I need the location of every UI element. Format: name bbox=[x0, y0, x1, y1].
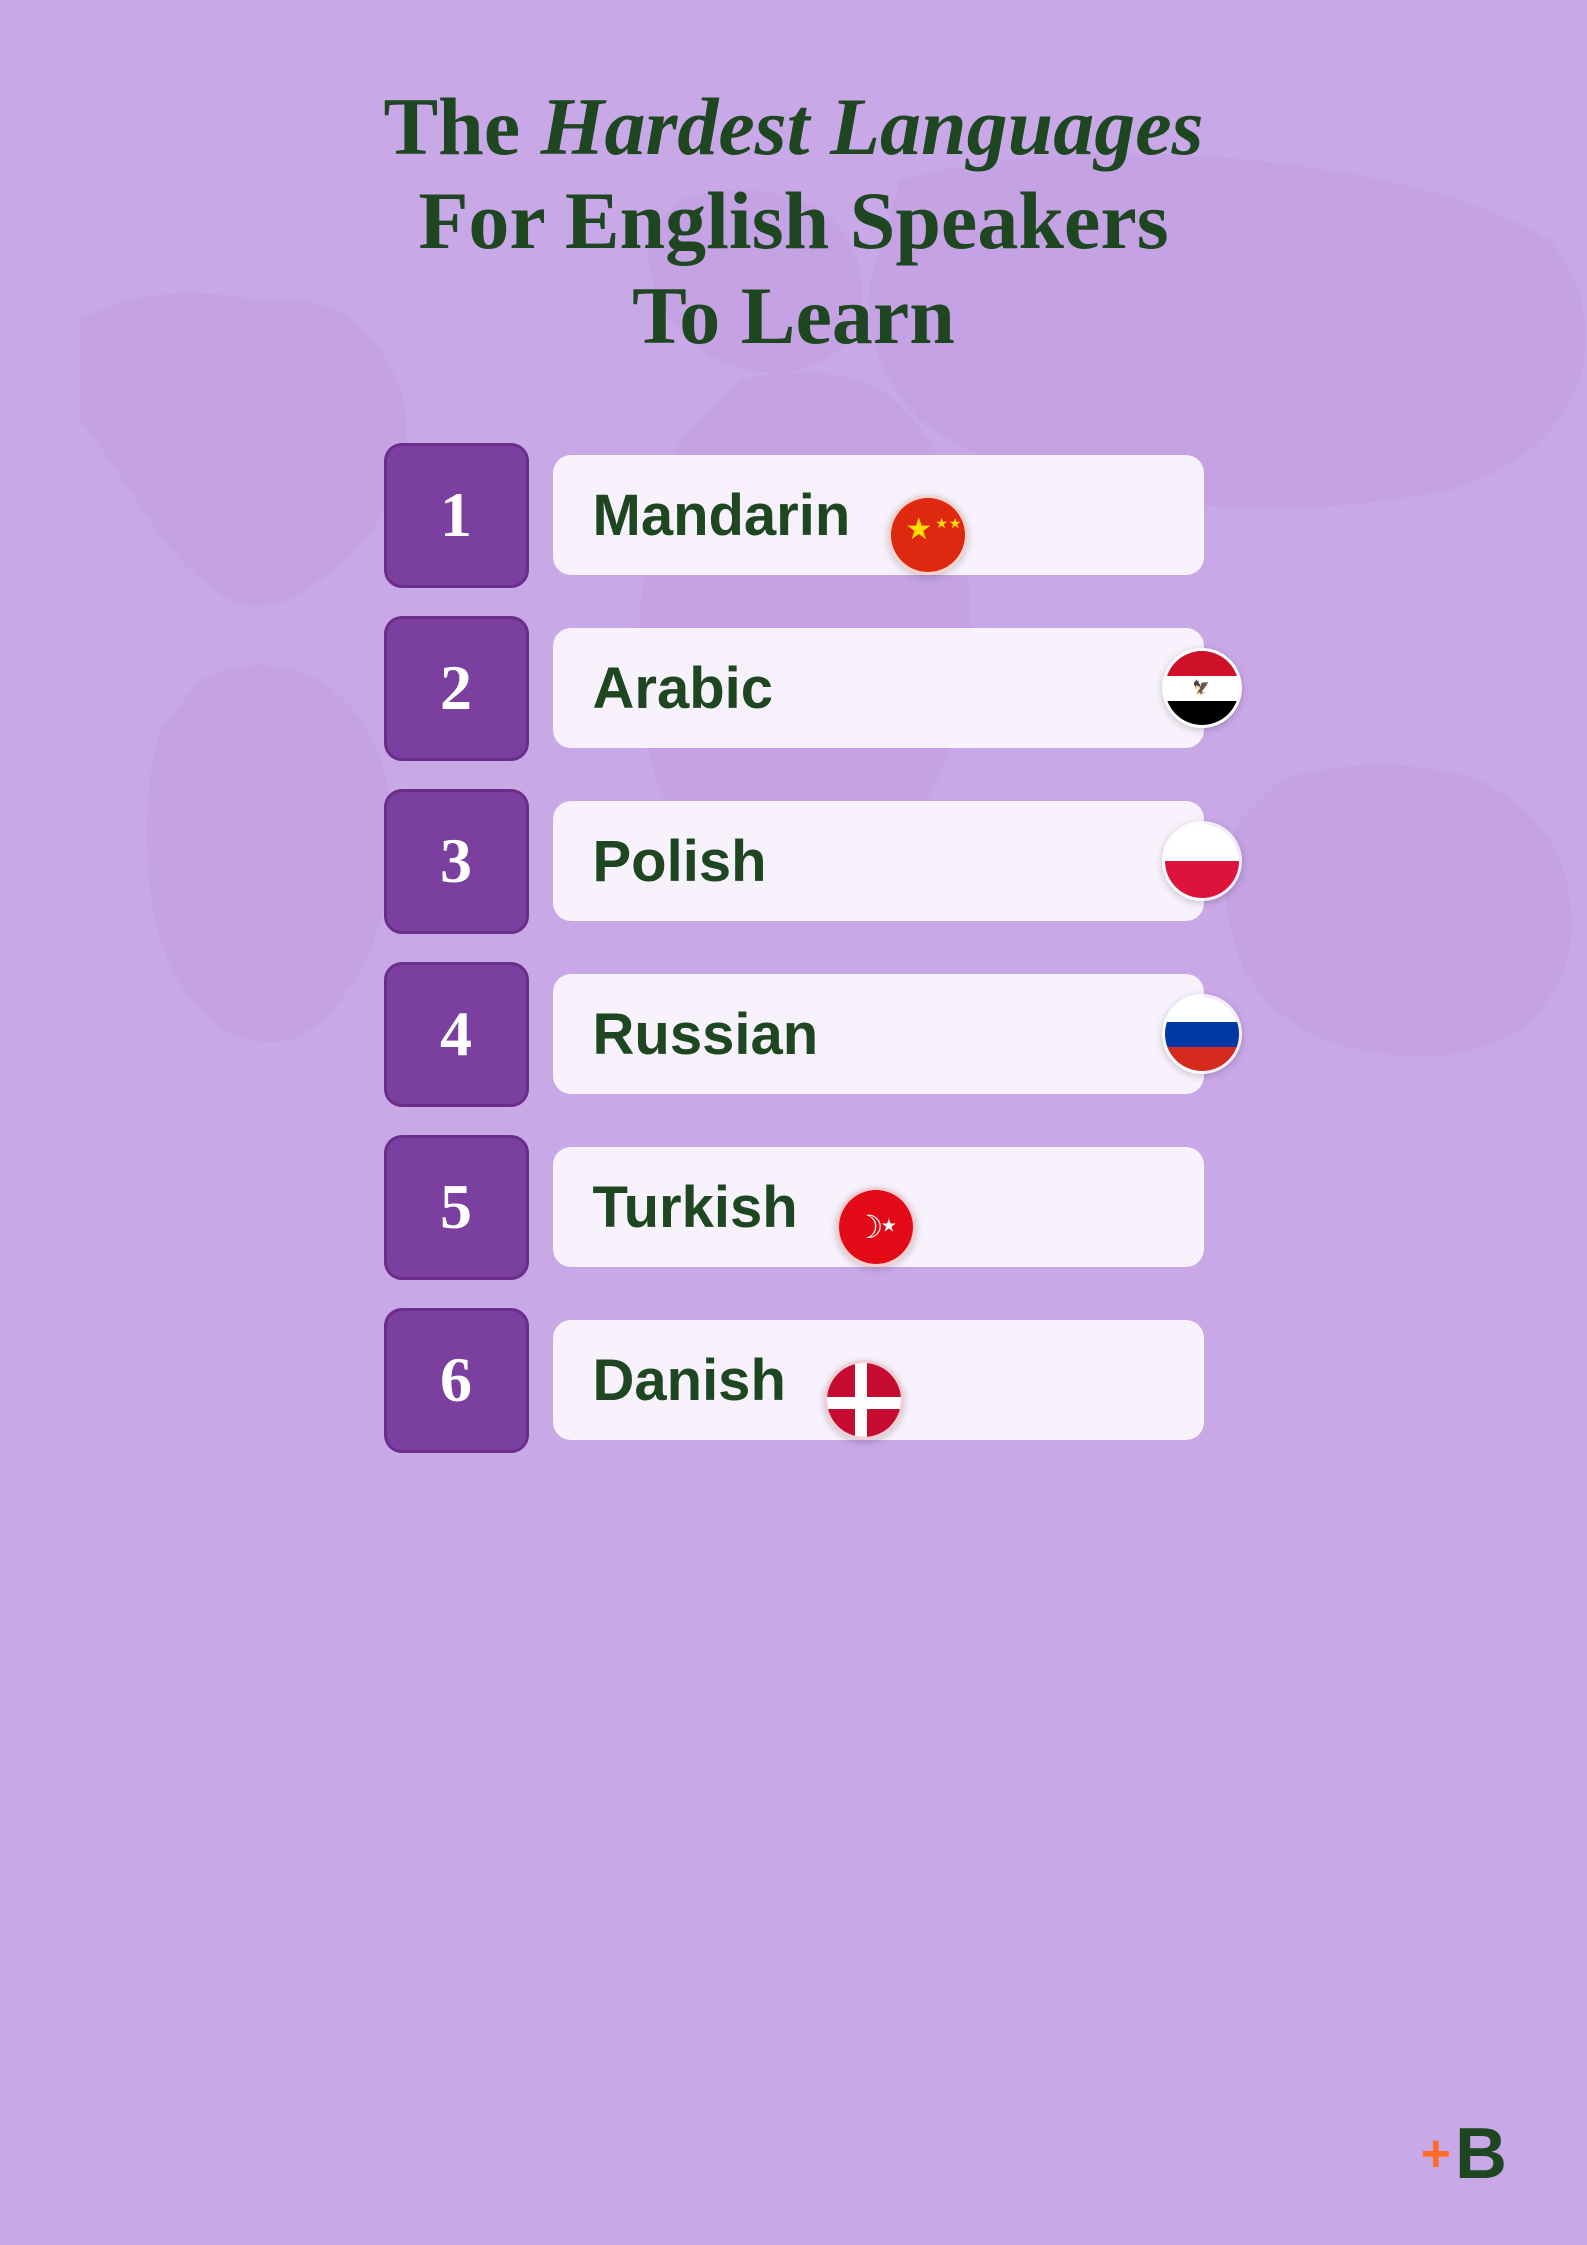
list-item: 1 Mandarin bbox=[384, 443, 1204, 588]
language-box-polish: Polish bbox=[553, 801, 1204, 921]
language-name-russian: Russian bbox=[593, 1001, 819, 1068]
language-list: 1 Mandarin 2 Arabic 🦅 bbox=[384, 443, 1204, 1453]
rank-box-3: 3 bbox=[384, 789, 529, 934]
flag-russia bbox=[1162, 994, 1242, 1074]
rank-number-3: 3 bbox=[440, 824, 472, 898]
language-box-arabic: Arabic 🦅 bbox=[553, 628, 1204, 748]
rank-number-6: 6 bbox=[440, 1343, 472, 1417]
brand-letter-b: B bbox=[1455, 2118, 1507, 2190]
list-item: 6 Danish bbox=[384, 1308, 1204, 1453]
language-name-polish: Polish bbox=[593, 828, 767, 895]
rank-number-1: 1 bbox=[440, 478, 472, 552]
title-normal-text: The bbox=[383, 81, 540, 172]
title-italic-text: Hardest Languages bbox=[541, 81, 1204, 172]
language-name-arabic: Arabic bbox=[593, 655, 774, 722]
rank-number-4: 4 bbox=[440, 997, 472, 1071]
list-item: 4 Russian bbox=[384, 962, 1204, 1107]
flag-turkey bbox=[836, 1187, 916, 1267]
list-item: 3 Polish bbox=[384, 789, 1204, 934]
page-title: The Hardest Languages For English Speake… bbox=[383, 80, 1203, 363]
language-box-turkish: Turkish bbox=[553, 1147, 1204, 1267]
main-content: The Hardest Languages For English Speake… bbox=[0, 0, 1587, 1513]
flag-china bbox=[888, 495, 968, 575]
flag-poland bbox=[1162, 821, 1242, 901]
language-box-russian: Russian bbox=[553, 974, 1204, 1094]
language-name-danish: Danish bbox=[593, 1347, 786, 1414]
language-name-turkish: Turkish bbox=[593, 1174, 798, 1241]
rank-box-6: 6 bbox=[384, 1308, 529, 1453]
title-line3: To Learn bbox=[632, 270, 955, 361]
rank-number-5: 5 bbox=[440, 1170, 472, 1244]
brand-plus-sign: + bbox=[1421, 2128, 1451, 2180]
language-box-danish: Danish bbox=[553, 1320, 1204, 1440]
flag-egypt: 🦅 bbox=[1162, 648, 1242, 728]
branding: + B bbox=[1421, 2118, 1507, 2190]
list-item: 5 Turkish bbox=[384, 1135, 1204, 1280]
flag-denmark bbox=[824, 1360, 904, 1440]
rank-box-1: 1 bbox=[384, 443, 529, 588]
rank-box-5: 5 bbox=[384, 1135, 529, 1280]
list-item: 2 Arabic 🦅 bbox=[384, 616, 1204, 761]
rank-number-2: 2 bbox=[440, 651, 472, 725]
language-box-mandarin: Mandarin bbox=[553, 455, 1204, 575]
rank-box-2: 2 bbox=[384, 616, 529, 761]
rank-box-4: 4 bbox=[384, 962, 529, 1107]
language-name-mandarin: Mandarin bbox=[593, 482, 851, 549]
title-line2: For English Speakers bbox=[418, 175, 1168, 266]
